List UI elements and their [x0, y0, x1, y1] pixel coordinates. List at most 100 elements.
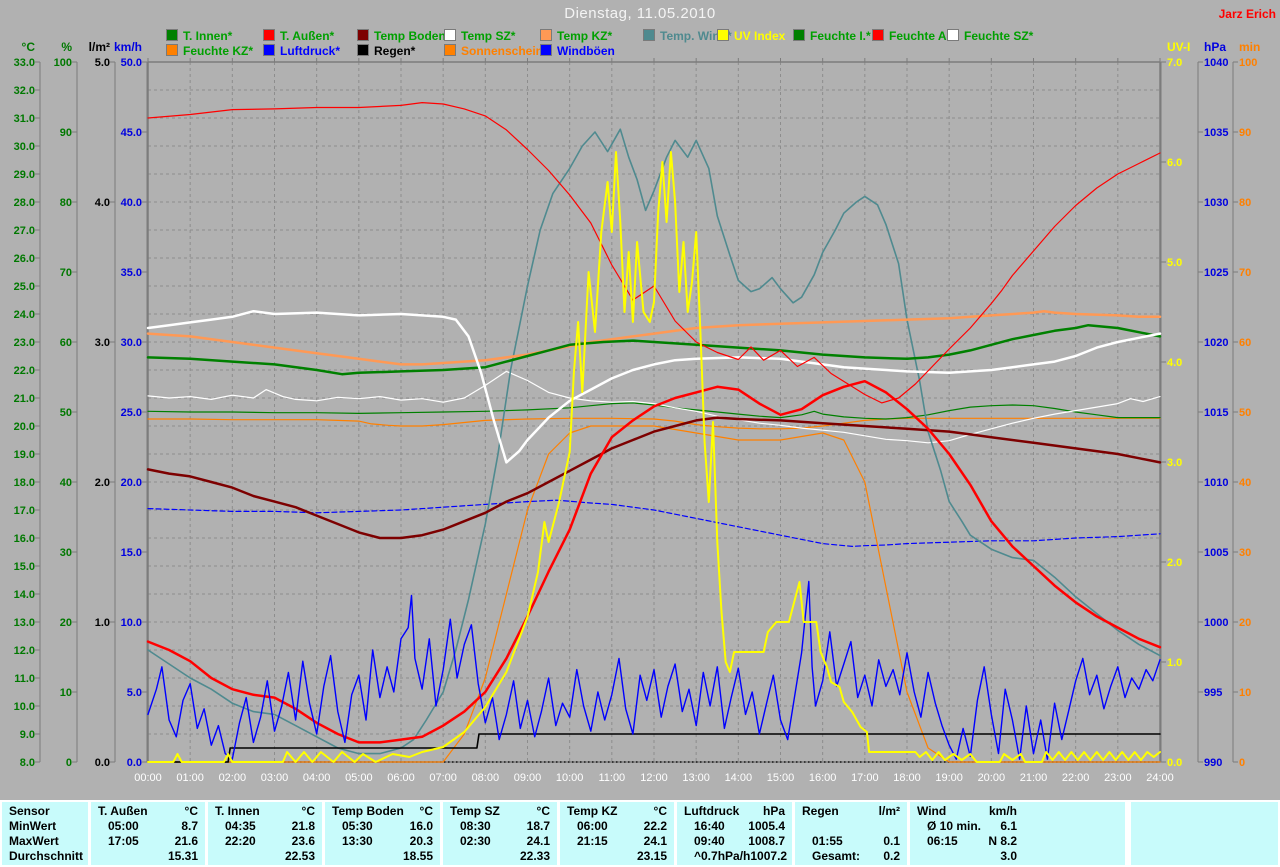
table-column-temp-sz: Temp SZ °C 08:30 18.7 02:30 24.1 22.33	[440, 802, 557, 865]
axis-tick-label-c: 14.0	[14, 589, 35, 601]
cell-time: ^0.7hPa/h	[694, 849, 751, 863]
table-row: Luftdruck hPa	[684, 804, 785, 819]
table-row: T. Innen °C	[215, 804, 315, 819]
axis-tick-label-c: 23.0	[14, 337, 35, 349]
table-row: Temp KZ °C	[567, 804, 667, 819]
legend-label: Temp KZ*	[557, 29, 613, 43]
cell-time	[332, 849, 342, 864]
legend-label: Windböen	[557, 44, 615, 58]
axis-tick-label-kmh: 10.0	[121, 617, 142, 629]
axis-tick-label-kmh: 30.0	[121, 337, 142, 349]
axis-tick-label-c: 25.0	[14, 281, 35, 293]
x-axis-label: 20:00	[978, 772, 1006, 784]
cell-time: Gesamt:	[812, 849, 861, 863]
axis-tick-label-c: 9.0	[20, 729, 35, 741]
axis-tick-label-kmh: 40.0	[121, 197, 142, 209]
x-axis-label: 19:00	[935, 772, 963, 784]
cell-time: 05:30	[342, 819, 373, 833]
axis-tick-label-c: 30.0	[14, 141, 35, 153]
cell-value: 20.3	[409, 834, 433, 848]
column-unit: l/m²	[878, 804, 900, 818]
cell-value: 24.1	[526, 834, 550, 848]
x-axis-label: 02:00	[219, 772, 247, 784]
axis-tick-label-kmh: 35.0	[121, 267, 142, 279]
axis-tick-label-pct: 80	[60, 197, 72, 209]
column-name: Temp Boden	[332, 804, 404, 818]
x-axis-label: 03:00	[261, 772, 289, 784]
legend-item-feuchte-a-: Feuchte A.*	[872, 29, 955, 43]
weather-chart: 8.0 9.0 10.0 11.0 12.0 13.0 14.0 15.0 16.0 17.0 18…	[14, 57, 1258, 784]
table-row: 09:40 1008.7	[684, 834, 785, 849]
axis-tick-label-min: 60	[1239, 337, 1251, 349]
axis-tick-label-c: 21.0	[14, 393, 35, 405]
x-axis-label: 05:00	[345, 772, 373, 784]
cell-value: 0.2	[883, 849, 900, 863]
table-row: Gesamt: 0.2	[802, 849, 900, 864]
axis-tick-label-c: 20.0	[14, 421, 35, 433]
cell-time: 06:00	[577, 819, 608, 833]
axis-tick-label-c: 31.0	[14, 113, 35, 125]
legend-color-swatch	[357, 29, 369, 41]
legend-item-t-au-en-: T. Außen*	[263, 29, 334, 43]
table-column-sensor: Sensor MinWert MaxWert Durchschnitt	[2, 802, 88, 865]
legend-item-regen-: Regen*	[357, 44, 416, 58]
legend-item-windb-en: Windböen	[540, 44, 615, 58]
axis-tick-label-c: 32.0	[14, 85, 35, 97]
axis-tick-label-kmh: 50.0	[121, 57, 142, 69]
table-row: 3.0	[917, 849, 1017, 864]
cell-time: 04:35	[225, 819, 256, 833]
legend-color-swatch	[540, 29, 552, 41]
cell-value: 8.7	[181, 819, 198, 833]
axis-tick-label-hpa: 990	[1204, 757, 1222, 769]
legend-color-swatch	[643, 29, 655, 41]
column-unit: °C	[653, 804, 667, 818]
axis-tick-label-kmh: 45.0	[121, 127, 142, 139]
axis-tick-label-lm2: 4.0	[95, 197, 110, 209]
axis-tick-label-hpa: 1015	[1204, 407, 1228, 419]
axis-tick-label-hpa: 1030	[1204, 197, 1228, 209]
axis-tick-label-min: 90	[1239, 127, 1251, 139]
x-axis-label: 23:00	[1104, 772, 1132, 784]
axis-tick-label-c: 11.0	[14, 673, 35, 685]
cell-value: 16.0	[409, 819, 433, 833]
axis-tick-label-c: 16.0	[14, 533, 35, 545]
table-row: 06:00 22.2	[567, 819, 667, 834]
table-row: 22:20 23.6	[215, 834, 315, 849]
row-label: MinWert	[9, 819, 57, 833]
table-row: 17:05 21.6	[98, 834, 198, 849]
table-column-luftdruck: Luftdruck hPa 16:40 1005.4 09:40 1008.7 ^0.7hP…	[674, 802, 792, 865]
row-label: MaxWert	[9, 834, 59, 848]
legend-item-uv-index: UV Index	[717, 29, 785, 43]
legend-label: Regen*	[374, 44, 416, 58]
legend-label: Feuchte KZ*	[183, 44, 254, 58]
axis-tick-label-pct: 60	[60, 337, 72, 349]
table-row: 08:30 18.7	[450, 819, 550, 834]
x-axis-label: 10:00	[556, 772, 584, 784]
table-row: 02:30 24.1	[450, 834, 550, 849]
cell-value: 6.1	[1000, 819, 1017, 833]
legend-color-swatch	[263, 29, 275, 41]
table-column-temp-kz: Temp KZ °C 06:00 22.2 21:15 24.1 23.15	[557, 802, 674, 865]
legend-color-swatch	[717, 29, 729, 41]
table-row: 05:30 16.0	[332, 819, 433, 834]
axis-tick-label-c: 29.0	[14, 169, 35, 181]
table-row: T. Außen °C	[98, 804, 198, 819]
cell-time: 22:20	[225, 834, 256, 848]
axis-tick-label-pct: 50	[60, 407, 72, 419]
axis-tick-label-min: 40	[1239, 477, 1251, 489]
table-row: 05:00 8.7	[98, 819, 198, 834]
column-name: Temp SZ	[450, 804, 500, 818]
table-row: Regen l/m²	[802, 804, 900, 819]
legend-color-swatch	[444, 29, 456, 41]
legend-label: Feuchte I.*	[810, 29, 871, 43]
cell-value: N 8.2	[988, 834, 1017, 848]
legend-color-swatch	[444, 44, 456, 56]
table-row: MaxWert	[9, 834, 81, 849]
table-column-temp-boden: Temp Boden °C 05:30 16.0 13:30 20.3 18.55	[322, 802, 440, 865]
axis-tick-label-min: 20	[1239, 617, 1251, 629]
table-row: 21:15 24.1	[567, 834, 667, 849]
legend-label: Temp Boden*	[374, 29, 451, 43]
axis-tick-label-uv: 6.0	[1167, 157, 1182, 169]
axis-unit-hpa: hPa	[1204, 40, 1227, 54]
axis-tick-label-kmh: 0.0	[127, 757, 142, 769]
